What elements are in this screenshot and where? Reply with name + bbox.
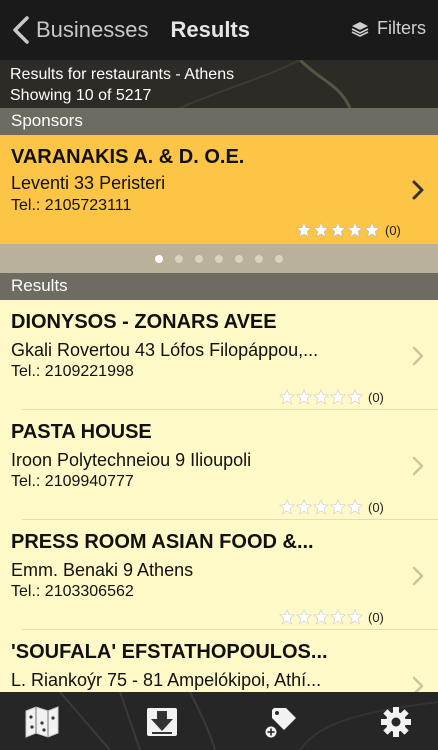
page-dot[interactable]: [215, 254, 223, 263]
star-icon: [330, 499, 346, 515]
star-icon: [313, 499, 329, 515]
star-icon: [279, 499, 295, 515]
star-icon: [347, 389, 363, 405]
business-name: PASTA HOUSE: [11, 421, 152, 443]
page-dot[interactable]: [255, 254, 263, 263]
sponsor-card[interactable]: VARANAKIS A. & D. O.E. Leventi 33 Perist…: [0, 135, 438, 244]
chevron-right-icon: [412, 456, 424, 476]
map-background: [0, 692, 438, 750]
star-icon: [296, 609, 312, 625]
page-dot[interactable]: [175, 254, 183, 263]
star-icon: [313, 389, 329, 405]
business-phone: Tel.: 2109221998: [11, 363, 134, 380]
star-icon: [279, 389, 295, 405]
filters-button[interactable]: Filters: [351, 18, 426, 39]
download-icon[interactable]: [144, 705, 180, 739]
star-icon: [296, 389, 312, 405]
star-icon: [279, 609, 295, 625]
page-dot[interactable]: [235, 254, 243, 263]
settings-gear-icon[interactable]: [378, 705, 414, 739]
star-icon: [347, 222, 363, 238]
business-name: DIONYSOS - ZONARS AVEE: [11, 311, 277, 333]
business-address: Iroon Polytechneiou 9 Ilioupoli: [11, 450, 252, 470]
business-address: L. Riankoýr 75 - 81 Ampelókipoi, Athí...: [11, 670, 322, 690]
results-summary: Results for restaurants - Athens Showing…: [0, 60, 438, 108]
page-dot[interactable]: [195, 254, 203, 263]
page-dot-active[interactable]: [155, 254, 163, 263]
chevron-right-icon: [412, 346, 424, 366]
rating-count: (0): [368, 499, 384, 515]
business-name: PRESS ROOM ASIAN FOOD &...: [11, 531, 314, 553]
sponsors-section-header: Sponsors: [0, 108, 438, 135]
star-icon: [330, 222, 346, 238]
star-icon: [296, 222, 312, 238]
results-section-header: Results: [0, 273, 438, 300]
sponsors-header-label: Sponsors: [11, 111, 83, 130]
filters-label: Filters: [377, 18, 426, 38]
bottom-tab-bar: [0, 692, 438, 750]
business-rating: (0): [279, 389, 384, 405]
star-icon: [347, 499, 363, 515]
page-title: Results: [170, 17, 250, 42]
back-button-label: Businesses: [36, 17, 149, 42]
sponsor-phone: Tel.: 2105723111: [11, 197, 132, 214]
business-phone: Tel.: 2109940777: [11, 473, 134, 490]
star-icon: [364, 222, 380, 238]
layers-icon: [351, 21, 369, 37]
chevron-right-icon: [412, 180, 424, 200]
star-icon: [330, 389, 346, 405]
rating-count: (0): [385, 222, 401, 238]
list-item[interactable]: PASTA HOUSE Iroon Polytechneiou 9 Ilioup…: [0, 410, 438, 520]
map-icon[interactable]: [24, 705, 60, 739]
sponsor-page-indicator[interactable]: [0, 244, 438, 273]
business-rating: (0): [279, 609, 384, 625]
star-icon: [330, 609, 346, 625]
page-dot[interactable]: [275, 254, 283, 263]
navigation-bar: Businesses Results Filters: [0, 0, 438, 60]
chevron-left-icon: [13, 16, 29, 44]
chevron-right-icon: [412, 566, 424, 586]
business-name: 'SOUFALA' EFSTATHOPOULOS...: [11, 641, 328, 663]
results-header-label: Results: [11, 276, 68, 295]
business-address: Emm. Benaki 9 Athens: [11, 560, 194, 580]
tag-add-icon[interactable]: [262, 705, 298, 739]
star-icon: [296, 499, 312, 515]
rating-count: (0): [368, 389, 384, 405]
business-address: Gkali Rovertou 43 Lófos Filopáppou,...: [11, 340, 319, 360]
query-text: Results for restaurants - Athens: [10, 66, 235, 83]
rating-count: (0): [368, 609, 384, 625]
sponsor-address: Leventi 33 Peristeri: [11, 173, 166, 193]
sponsor-rating: (0): [296, 222, 401, 238]
business-phone: Tel.: 2103306562: [11, 583, 134, 600]
list-item[interactable]: DIONYSOS - ZONARS AVEE Gkali Rovertou 43…: [0, 300, 438, 410]
list-item[interactable]: PRESS ROOM ASIAN FOOD &... Emm. Benaki 9…: [0, 520, 438, 630]
sponsor-name: VARANAKIS A. & D. O.E.: [11, 146, 245, 168]
business-rating: (0): [279, 499, 384, 515]
star-icon: [313, 222, 329, 238]
back-button[interactable]: Businesses: [10, 15, 149, 45]
star-icon: [347, 609, 363, 625]
star-icon: [313, 609, 329, 625]
showing-count-text: Showing 10 of 5217: [10, 87, 152, 104]
